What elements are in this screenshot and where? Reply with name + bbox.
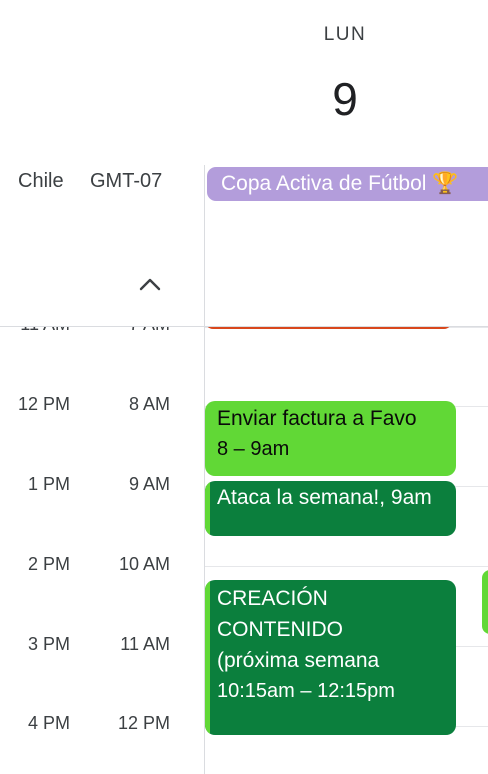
event-time: 10:15am – 12:15pm: [217, 680, 395, 702]
event-ataca-la-semana[interactable]: Ataca la semana!, 9am: [205, 481, 456, 536]
day-number[interactable]: 9: [300, 72, 390, 126]
event-title: Enviar factura a Favo: [217, 407, 417, 430]
time-label-secondary: 10 AM: [118, 554, 170, 574]
event-title: Ataca la semana!, 9am: [217, 486, 432, 509]
event-creacion-contenido[interactable]: CREACIÓN CONTENIDO (próxima semana 10:15…: [205, 580, 456, 735]
chevron-up-icon: [138, 276, 162, 297]
time-label-primary: 3 PM: [27, 634, 70, 654]
day-of-week-label[interactable]: LUN: [300, 24, 390, 46]
event-title-line: (próxima semana: [217, 649, 380, 672]
event-enviar-factura[interactable]: Enviar factura a Favo 8 – 9am: [205, 401, 456, 476]
allday-event[interactable]: Copa Activa de Fútbol 🏆: [207, 167, 488, 201]
time-label-primary: 4 PM: [27, 713, 70, 733]
time-label-secondary: 12 PM: [117, 713, 170, 733]
event-title-line: CONTENIDO: [217, 618, 343, 641]
header-divider: [0, 326, 488, 327]
time-label-secondary: 11 AM: [120, 634, 170, 654]
event-time: 8 – 9am: [217, 438, 290, 460]
time-label-primary: 1 PM: [27, 474, 70, 494]
event-next-day-partial[interactable]: [482, 570, 488, 634]
time-label-primary: 2 PM: [27, 554, 70, 574]
hour-line: [205, 566, 488, 567]
timezone-primary-label: Chile: [18, 170, 64, 192]
calendar-color-stripe: [205, 580, 210, 735]
time-label-secondary: 8 AM: [128, 394, 170, 414]
calendar-color-stripe: [205, 481, 210, 536]
allday-event-title: Copa Activa de Fútbol 🏆: [221, 172, 459, 195]
time-label-primary: 12 PM: [17, 394, 70, 414]
calendar-header: LUN 9 Chile GMT-07 Copa Activa de Fútbol…: [0, 0, 488, 326]
collapse-allday-button[interactable]: [136, 272, 164, 300]
time-label-secondary: 9 AM: [128, 474, 170, 494]
timezone-secondary-label: GMT-07: [90, 170, 163, 192]
event-title-line: CREACIÓN: [217, 587, 328, 610]
allday-column-divider: [204, 165, 205, 326]
